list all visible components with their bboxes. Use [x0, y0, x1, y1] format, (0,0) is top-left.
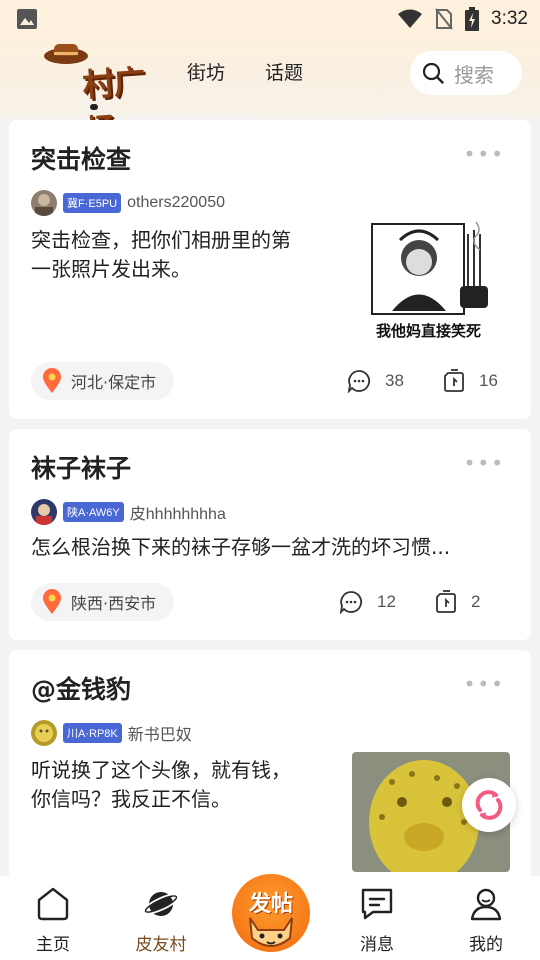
- comment-stat[interactable]: 38: [347, 369, 404, 393]
- nav-messages-label: 消息: [360, 935, 394, 955]
- post-card[interactable]: 突击检查 ••• 冀F·E5PU others220050 突击检查，把你们相册…: [9, 120, 531, 419]
- post-card[interactable]: @金钱豹 ••• 川A·RP8K 新书巴奴 听说换了这个头像，就有钱， 你信吗？…: [9, 650, 531, 876]
- share-count: 2: [471, 592, 481, 611]
- comment-count: 38: [385, 371, 404, 390]
- share-stat[interactable]: 16: [443, 369, 498, 393]
- header: 村广场 街坊 话题 搜索: [0, 38, 540, 150]
- active-tab-indicator: [90, 104, 98, 110]
- home-icon: [37, 887, 69, 921]
- fox-mascot-icon: [249, 917, 293, 947]
- author-row[interactable]: 冀F·E5PU others220050: [31, 190, 225, 216]
- nav-home-label: 主页: [36, 935, 70, 955]
- image-notification-icon: [17, 9, 37, 29]
- search-box[interactable]: 搜索: [410, 51, 522, 95]
- location-text: 河北·保定市: [71, 373, 157, 392]
- share-icon: [436, 590, 456, 613]
- nav-profile-label: 我的: [469, 935, 503, 955]
- share-icon: [444, 369, 464, 392]
- refresh-icon: [475, 790, 503, 820]
- more-options-icon[interactable]: •••: [464, 672, 505, 696]
- post-text-line: 你信吗？我反正不信。: [31, 787, 231, 811]
- village-square-logo[interactable]: 村广场: [36, 40, 156, 150]
- comment-stat[interactable]: 12: [339, 590, 396, 614]
- author-row[interactable]: 川A·RP8K 新书巴奴: [31, 720, 192, 746]
- post-text: 听说换了这个头像，就有钱， 你信吗？我反正不信。: [31, 756, 341, 814]
- comment-icon: [339, 591, 363, 614]
- create-post-button[interactable]: 发帖: [228, 870, 314, 956]
- comment-count: 12: [377, 592, 396, 611]
- post-image[interactable]: 我他妈直接笑死: [364, 216, 509, 341]
- search-placeholder: 搜索: [454, 62, 494, 87]
- nav-profile[interactable]: 我的: [446, 876, 526, 960]
- username[interactable]: 皮hhhhhhhha: [130, 500, 226, 524]
- license-plate-badge: 冀F·E5PU: [63, 193, 122, 213]
- comment-icon: [347, 370, 371, 393]
- location-text: 陕西·西安市: [71, 594, 157, 613]
- status-bar: 3:32: [0, 0, 540, 38]
- share-count: 16: [479, 371, 498, 390]
- post-text-line: 突击检查，把你们相册里的第: [31, 228, 291, 252]
- avatar[interactable]: [31, 720, 57, 746]
- more-options-icon[interactable]: •••: [464, 451, 505, 475]
- tab-neighbors[interactable]: 街坊: [187, 58, 225, 85]
- avatar[interactable]: [31, 499, 57, 525]
- nav-pi-village-label: 皮友村: [135, 935, 187, 955]
- username[interactable]: 新书巴奴: [128, 721, 192, 745]
- post-text: 怎么根治换下来的袜子存够一盆才洗的坏习惯...: [31, 533, 511, 562]
- author-row[interactable]: 陕A·AW6Y 皮hhhhhhhha: [31, 499, 226, 525]
- location-chip[interactable]: 陕西·西安市: [31, 583, 175, 621]
- license-plate-badge: 川A·RP8K: [63, 723, 122, 743]
- profile-icon: [470, 888, 502, 921]
- post-title: 突击检查: [31, 145, 132, 174]
- username[interactable]: others220050: [127, 194, 225, 212]
- post-text-line: 一张照片发出来。: [31, 257, 191, 281]
- message-icon: [361, 888, 393, 920]
- wifi-icon: [398, 9, 423, 28]
- post-title: @金钱豹: [31, 675, 132, 704]
- post-text-line: 怎么根治换下来的袜子存够一盆才洗的坏习惯...: [31, 535, 451, 559]
- post-text: 突击检查，把你们相册里的第 一张照片发出来。: [31, 226, 331, 284]
- post-text-line: 听说换了这个头像，就有钱，: [31, 758, 291, 782]
- post-card[interactable]: 袜子袜子 ••• 陕A·AW6Y 皮hhhhhhhha 怎么根治换下来的袜子存够…: [9, 429, 531, 640]
- nav-home[interactable]: 主页: [13, 876, 93, 960]
- location-pin-icon: [43, 589, 61, 614]
- nav-pi-village[interactable]: 皮友村: [121, 876, 201, 960]
- no-sim-icon: [435, 8, 453, 30]
- share-stat[interactable]: 2: [435, 590, 480, 614]
- meme-caption: 我他妈直接笑死: [376, 322, 482, 340]
- search-icon: [422, 62, 444, 84]
- refresh-button[interactable]: [462, 778, 516, 832]
- more-options-icon[interactable]: •••: [464, 142, 505, 166]
- avatar[interactable]: [31, 190, 57, 216]
- location-chip[interactable]: 河北·保定市: [31, 362, 175, 400]
- tab-topics[interactable]: 话题: [265, 58, 303, 85]
- post-title: 袜子袜子: [31, 454, 132, 483]
- battery-icon: [465, 7, 480, 31]
- nav-messages[interactable]: 消息: [337, 876, 417, 960]
- location-pin-icon: [43, 368, 61, 393]
- planet-icon: [143, 892, 179, 916]
- status-time: 3:32: [491, 8, 528, 29]
- license-plate-badge: 陕A·AW6Y: [63, 502, 124, 522]
